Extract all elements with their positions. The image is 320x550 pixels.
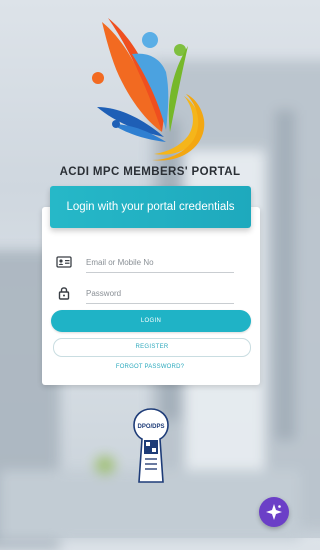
sparkle-icon bbox=[266, 504, 282, 520]
logo-icon bbox=[92, 18, 205, 161]
email-input[interactable] bbox=[86, 252, 234, 273]
page-title: ACDI MPC MEMBERS' PORTAL bbox=[59, 166, 241, 178]
login-card-header: Login with your portal credentials bbox=[50, 186, 251, 228]
forgot-password-link[interactable]: FORGOT PASSWORD? bbox=[0, 364, 300, 370]
register-button[interactable]: REGISTER bbox=[53, 338, 251, 357]
assistant-fab-button[interactable] bbox=[259, 497, 289, 527]
email-field-row bbox=[56, 252, 236, 274]
password-input[interactable] bbox=[86, 283, 234, 304]
lock-icon bbox=[58, 287, 70, 300]
password-field-row bbox=[56, 283, 236, 305]
dpo-dps-badge[interactable]: DPO/DPS bbox=[133, 408, 169, 484]
badge-label: DPO/DPS bbox=[137, 424, 164, 430]
id-card-icon bbox=[56, 256, 72, 268]
login-button[interactable]: LOGIN bbox=[51, 310, 251, 332]
